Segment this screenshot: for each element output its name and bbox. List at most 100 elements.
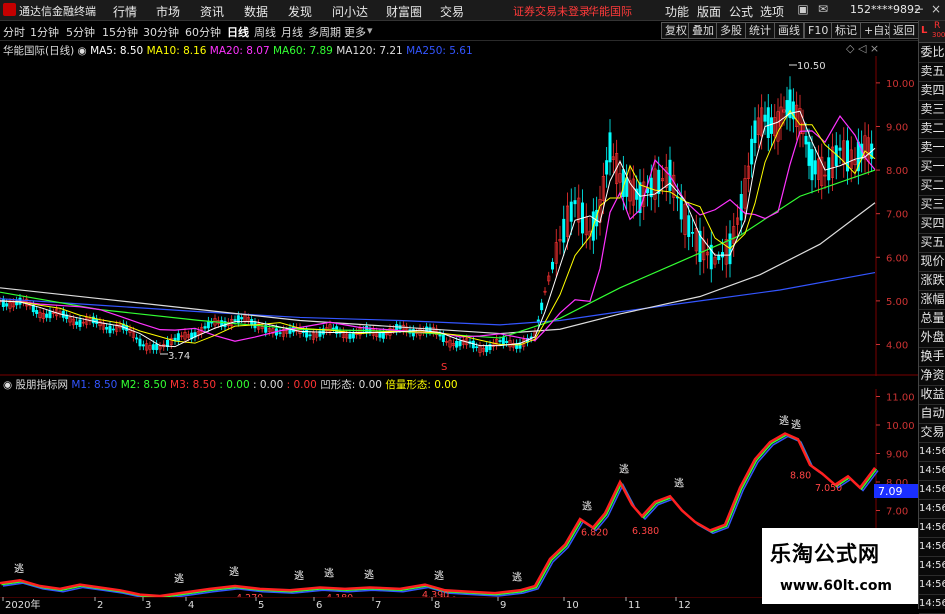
time-tick: 11	[628, 600, 641, 609]
multi-stock-button[interactable]: 多股	[716, 22, 746, 39]
side-item-25[interactable]: 14:56	[919, 518, 945, 538]
candle-body	[206, 320, 210, 329]
side-item-12[interactable]: 涨跌	[919, 271, 945, 291]
side-item-22[interactable]: 14:56	[919, 461, 945, 481]
candle-body	[810, 149, 814, 181]
tab-timeshare[interactable]: 分时	[3, 24, 25, 40]
escape-signal: 逃	[14, 562, 24, 575]
restore-rights-button[interactable]: 复权	[661, 22, 691, 39]
menu-function[interactable]: 功能	[665, 3, 689, 20]
escape-signal: 逃	[229, 565, 239, 578]
indicator-value-label: 6.820	[581, 527, 608, 538]
candle-body	[455, 340, 459, 348]
side-item-2[interactable]: 卖四	[919, 81, 945, 101]
price-tick: 10.00	[886, 79, 915, 90]
side-item-23[interactable]: 14:56	[919, 480, 945, 500]
side-item-9[interactable]: 买四	[919, 214, 945, 234]
candle-body	[769, 117, 773, 134]
candle-body	[501, 337, 505, 345]
tab-1min[interactable]: 1分钟	[30, 24, 59, 40]
side-item-16[interactable]: 换手	[919, 347, 945, 367]
escape-signal: 逃	[582, 499, 592, 512]
quote-side-panel: L R 300 委比 卖五 卖四 卖三 卖二 卖一 买一 买二 买三 买四 买五 现价 涨跌 涨幅 总量 外盘…	[918, 21, 945, 614]
candle-body	[141, 344, 145, 347]
menu-trade[interactable]: 交易	[440, 3, 464, 20]
stats-button[interactable]: 统计	[745, 22, 775, 39]
side-item-18[interactable]: 收益	[919, 385, 945, 405]
tab-30min[interactable]: 30分钟	[143, 24, 179, 40]
skin-icon[interactable]: ▣	[795, 2, 811, 17]
menu-news[interactable]: 资讯	[200, 3, 224, 20]
candle-body	[750, 138, 754, 165]
side-item-20[interactable]: 交易	[919, 423, 945, 443]
chart-nav-icons[interactable]: ◇ ◁ ×	[846, 42, 879, 55]
side-item-29[interactable]: 14:56	[919, 594, 945, 614]
close-icon[interactable]: ×	[928, 2, 944, 17]
tab-60min[interactable]: 60分钟	[185, 24, 221, 40]
candle-body	[807, 141, 811, 166]
candle-body	[608, 132, 612, 163]
side-item-26[interactable]: 14:56	[919, 537, 945, 557]
menu-quotes[interactable]: 行情	[113, 3, 137, 20]
menu-market[interactable]: 市场	[156, 3, 180, 20]
side-item-28[interactable]: 14:56	[919, 575, 945, 595]
menu-ask[interactable]: 问小达	[332, 3, 368, 20]
side-item-1[interactable]: 卖五	[919, 62, 945, 82]
tab-daily[interactable]: 日线	[227, 24, 249, 40]
candle-body	[348, 333, 352, 339]
menu-data[interactable]: 数据	[244, 3, 268, 20]
sell-marker: S	[441, 362, 447, 373]
side-item-0[interactable]: 委比	[919, 43, 945, 63]
candle-body	[471, 340, 475, 349]
side-item-15[interactable]: 外盘	[919, 328, 945, 348]
main-price-chart[interactable]: 10.00 9.00 8.00 7.00 6.00 5.00 4.00 10.50 3.74…	[0, 56, 918, 376]
menu-options[interactable]: 选项	[760, 3, 784, 20]
escape-signal: 逃	[324, 566, 334, 579]
price-tick: 8.00	[886, 166, 908, 177]
tab-more[interactable]: 更多	[344, 24, 366, 40]
side-item-4[interactable]: 卖二	[919, 119, 945, 139]
side-item-19[interactable]: 自动	[919, 404, 945, 424]
chevron-down-icon[interactable]: ▾	[367, 24, 373, 37]
mark-button[interactable]: 标记	[831, 22, 861, 39]
message-icon[interactable]: ✉	[815, 2, 831, 17]
menu-wealth[interactable]: 财富圈	[386, 3, 422, 20]
candle-body	[739, 194, 743, 221]
menu-discover[interactable]: 发现	[288, 3, 312, 20]
menu-layout[interactable]: 版面	[697, 3, 721, 20]
side-item-5[interactable]: 卖一	[919, 138, 945, 158]
side-panel-header: L R 300	[919, 21, 945, 43]
watermark-url: www.60lt.com	[780, 578, 893, 594]
side-item-10[interactable]: 买五	[919, 233, 945, 253]
overlay-button[interactable]: 叠加	[688, 22, 718, 39]
side-item-24[interactable]: 14:56	[919, 499, 945, 519]
candle-body	[441, 334, 445, 342]
side-item-17[interactable]: 净资	[919, 366, 945, 386]
draw-line-button[interactable]: 画线	[774, 22, 804, 39]
tab-weekly[interactable]: 周线	[254, 24, 276, 40]
tab-5min[interactable]: 5分钟	[66, 24, 95, 40]
side-item-11[interactable]: 现价	[919, 252, 945, 272]
side-item-8[interactable]: 买三	[919, 195, 945, 215]
f10-button[interactable]: F10	[804, 22, 833, 39]
back-button[interactable]: 返回	[889, 22, 919, 39]
price-tick: 6.00	[886, 253, 908, 264]
candle-body	[308, 334, 312, 337]
minimize-icon[interactable]: −	[911, 2, 927, 17]
menu-formula[interactable]: 公式	[729, 3, 753, 20]
candle-body	[498, 340, 502, 342]
escape-signal: 逃	[294, 569, 304, 582]
side-item-21[interactable]: 14:56	[919, 442, 945, 462]
tab-multi-period[interactable]: 多周期	[308, 24, 341, 40]
price-tick: 5.00	[886, 297, 908, 308]
side-item-6[interactable]: 买一	[919, 157, 945, 177]
candle-body	[550, 261, 554, 270]
side-item-7[interactable]: 买二	[919, 176, 945, 196]
side-item-13[interactable]: 涨幅	[919, 290, 945, 310]
side-item-14[interactable]: 总量	[919, 309, 945, 329]
side-item-3[interactable]: 卖三	[919, 100, 945, 120]
login-notice[interactable]: 证券交易未登录	[513, 3, 590, 19]
side-item-27[interactable]: 14:56	[919, 556, 945, 576]
tab-15min[interactable]: 15分钟	[102, 24, 138, 40]
tab-monthly[interactable]: 月线	[281, 24, 303, 40]
